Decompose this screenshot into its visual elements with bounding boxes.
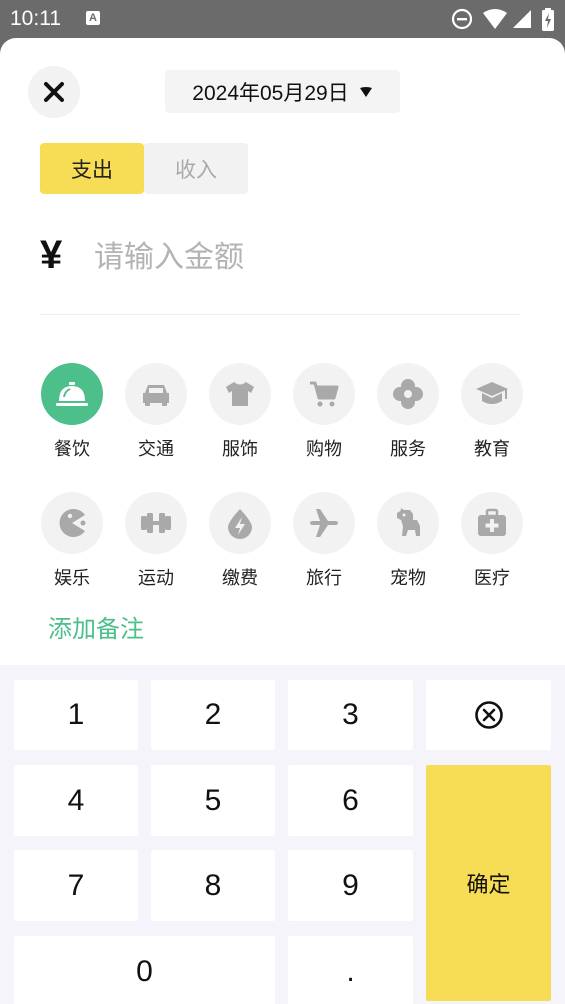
airplane-icon xyxy=(310,509,338,537)
category-bills[interactable]: 缴费 xyxy=(198,492,282,592)
category-label: 旅行 xyxy=(306,568,342,589)
category-entertainment[interactable]: 娱乐 xyxy=(30,492,114,592)
category-label: 运动 xyxy=(138,568,174,589)
status-time: 10:11 xyxy=(10,7,61,30)
backspace-circle-x-icon xyxy=(474,701,503,729)
graduation-cap-icon xyxy=(476,382,508,404)
category-label: 购物 xyxy=(306,439,342,460)
water-drop-bolt-icon xyxy=(228,509,252,539)
category-label: 宠物 xyxy=(390,568,426,589)
shopping-cart-icon xyxy=(310,381,339,407)
key-4[interactable]: 4 xyxy=(14,765,138,836)
category-label: 交通 xyxy=(138,439,174,460)
category-label: 娱乐 xyxy=(54,568,90,589)
status-bar: 10:11 A xyxy=(0,0,565,38)
signal-icon xyxy=(513,10,531,28)
add-record-sheet: 2024年05月29日 支出 收入 ¥ 餐饮 交通 xyxy=(0,38,565,1004)
close-button[interactable] xyxy=(28,66,80,118)
key-2[interactable]: 2 xyxy=(151,680,275,750)
category-medical[interactable]: 医疗 xyxy=(450,492,534,592)
close-icon xyxy=(44,82,64,102)
category-label: 服务 xyxy=(390,439,426,460)
battery-icon xyxy=(542,8,554,31)
dumbbell-icon xyxy=(141,513,171,533)
medical-kit-icon xyxy=(478,508,506,536)
key-0[interactable]: 0 xyxy=(14,936,275,1004)
category-shopping[interactable]: 购物 xyxy=(282,363,366,463)
game-pacman-icon xyxy=(59,509,86,537)
category-travel[interactable]: 旅行 xyxy=(282,492,366,592)
amount-input[interactable] xyxy=(94,234,514,280)
category-label: 教育 xyxy=(474,439,510,460)
car-icon xyxy=(143,385,169,406)
key-7[interactable]: 7 xyxy=(14,850,138,921)
key-8[interactable]: 8 xyxy=(151,850,275,921)
caret-down-icon xyxy=(359,86,372,97)
category-clothing[interactable]: 服饰 xyxy=(198,363,282,463)
date-picker[interactable]: 2024年05月29日 xyxy=(165,70,400,113)
currency-symbol: ¥ xyxy=(40,233,63,277)
category-sports[interactable]: 运动 xyxy=(114,492,198,592)
tshirt-icon xyxy=(226,382,254,406)
a-icon: A xyxy=(86,11,100,25)
tab-expense[interactable]: 支出 xyxy=(40,143,144,194)
dog-icon xyxy=(397,508,420,536)
tab-income[interactable]: 收入 xyxy=(144,143,248,194)
dining-cloche-icon xyxy=(56,382,88,406)
category-dining[interactable]: 餐饮 xyxy=(30,363,114,463)
key-decimal[interactable]: . xyxy=(288,936,413,1004)
category-transport[interactable]: 交通 xyxy=(114,363,198,463)
category-service[interactable]: 服务 xyxy=(366,363,450,463)
key-6[interactable]: 6 xyxy=(288,765,413,836)
number-keypad: 1 2 3 4 5 6 7 8 9 0 . 确定 xyxy=(0,665,565,1004)
confirm-button[interactable]: 确定 xyxy=(426,765,551,1001)
key-9[interactable]: 9 xyxy=(288,850,413,921)
key-3[interactable]: 3 xyxy=(288,680,413,750)
backspace-button[interactable] xyxy=(426,680,551,750)
key-5[interactable]: 5 xyxy=(151,765,275,836)
category-label: 医疗 xyxy=(474,568,510,589)
category-label: 服饰 xyxy=(222,439,258,460)
date-text: 2024年05月29日 xyxy=(192,81,349,105)
category-label: 缴费 xyxy=(222,568,258,589)
divider xyxy=(40,314,520,315)
wifi-icon xyxy=(483,9,507,29)
category-education[interactable]: 教育 xyxy=(450,363,534,463)
category-pets[interactable]: 宠物 xyxy=(366,492,450,592)
key-1[interactable]: 1 xyxy=(14,680,138,750)
category-label: 餐饮 xyxy=(54,439,90,460)
do-not-disturb-icon xyxy=(451,8,473,30)
add-note-link[interactable]: 添加备注 xyxy=(48,609,144,644)
service-flower-icon xyxy=(393,379,423,409)
